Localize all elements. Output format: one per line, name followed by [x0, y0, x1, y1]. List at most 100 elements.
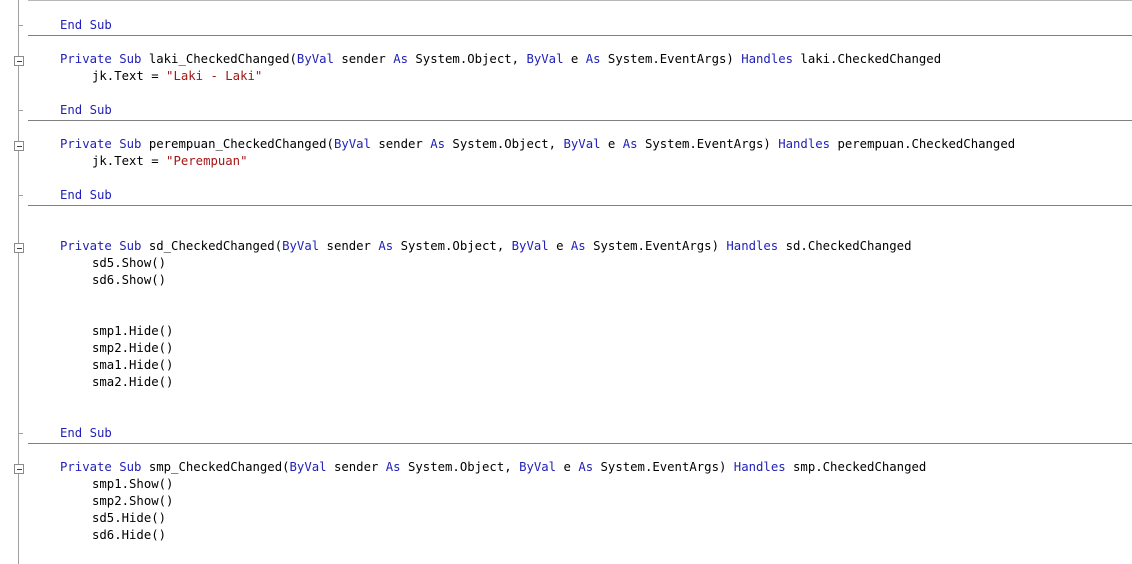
method-separator [28, 443, 1132, 444]
keyword: As [430, 137, 446, 151]
code-text: System.Object, [393, 239, 512, 253]
collapse-box-minus-icon[interactable] [14, 464, 24, 474]
code-line[interactable]: jk.Text = "Laki - Laki" [92, 68, 262, 85]
keyword: ByVal [296, 52, 334, 66]
keyword: Handles [726, 239, 779, 253]
collapse-box-minus-icon[interactable] [14, 56, 24, 66]
keyword: As [585, 52, 601, 66]
code-text: smp_CheckedChanged( [141, 460, 290, 474]
code-line[interactable]: sd6.Hide() [92, 527, 166, 544]
keyword: Private Sub [60, 137, 142, 151]
code-text: laki_CheckedChanged( [141, 52, 297, 66]
code-text: e [556, 460, 579, 474]
code-text: sma2.Hide() [92, 375, 174, 389]
code-line[interactable]: sd6.Show() [92, 272, 166, 289]
keyword: Private Sub [60, 239, 142, 253]
keyword: As [570, 239, 586, 253]
code-text: smp1.Show() [92, 477, 174, 491]
code-line[interactable]: smp2.Show() [92, 493, 173, 510]
code-line[interactable]: sd5.Hide() [92, 510, 166, 527]
keyword: ByVal [333, 137, 371, 151]
code-line[interactable]: Private Sub laki_CheckedChanged(ByVal se… [60, 51, 941, 68]
code-text: System.EventArgs) [637, 137, 779, 151]
code-text: sd5.Show() [92, 256, 167, 270]
code-line[interactable]: End Sub [60, 17, 112, 34]
keyword: As [378, 239, 394, 253]
keyword: Handles [778, 137, 831, 151]
code-line[interactable]: Private Sub smp_CheckedChanged(ByVal sen… [60, 459, 926, 476]
outline-end-tick [18, 195, 23, 196]
code-text: laki.CheckedChanged [793, 52, 942, 66]
method-separator [28, 120, 1132, 121]
code-text: sender [326, 460, 386, 474]
code-text: sd_CheckedChanged( [141, 239, 283, 253]
code-text: sender [370, 137, 431, 151]
code-line[interactable]: End Sub [60, 425, 112, 442]
code-line[interactable]: Private Sub sd_CheckedChanged(ByVal send… [60, 238, 911, 255]
code-text: sender [319, 239, 379, 253]
outline-vertical-line [18, 0, 19, 564]
code-text: System.Object, [408, 52, 527, 66]
code-text: e [548, 239, 571, 253]
code-line[interactable]: smp1.Show() [92, 476, 173, 493]
code-text: System.EventArgs) [600, 52, 742, 66]
outline-end-tick [18, 110, 23, 111]
code-line[interactable]: End Sub [60, 187, 112, 204]
code-text: System.Object, [400, 460, 520, 474]
keyword: End Sub [60, 18, 112, 32]
code-text: smp2.Hide() [92, 341, 174, 355]
keyword: ByVal [526, 52, 564, 66]
code-line[interactable]: sma2.Hide() [92, 374, 173, 391]
keyword: Private Sub [60, 460, 142, 474]
method-separator [28, 35, 1132, 36]
code-text: System.EventArgs) [593, 460, 734, 474]
keyword: ByVal [289, 460, 327, 474]
code-line[interactable]: sma1.Hide() [92, 357, 173, 374]
keyword: As [393, 52, 408, 66]
code-line[interactable]: Private Sub perempuan_CheckedChanged(ByV… [60, 136, 1015, 153]
method-separator [28, 205, 1132, 206]
collapse-box-minus-icon[interactable] [14, 141, 24, 151]
code-text: e [563, 52, 586, 66]
keyword: Handles [741, 52, 794, 66]
outline-gutter [0, 0, 28, 564]
code-text: sd.CheckedChanged [778, 239, 912, 253]
code-line[interactable]: jk.Text = "Perempuan" [92, 153, 247, 170]
keyword: ByVal [519, 460, 557, 474]
code-text: jk.Text = [92, 69, 167, 83]
code-text: sd5.Hide() [92, 511, 167, 525]
keyword: End Sub [60, 103, 112, 117]
string-literal: "Perempuan" [166, 154, 248, 168]
keyword: ByVal [563, 137, 601, 151]
keyword: As [578, 460, 594, 474]
code-text: perempuan_CheckedChanged( [141, 137, 334, 151]
code-text: smp2.Show() [92, 494, 174, 508]
code-text: smp1.Hide() [92, 324, 174, 338]
keyword: End Sub [60, 188, 112, 202]
code-text: System.Object, [445, 137, 564, 151]
keyword: Private Sub [60, 52, 142, 66]
editor-top-border [0, 0, 1132, 1]
keyword: ByVal [282, 239, 320, 253]
keyword: Handles [733, 460, 786, 474]
code-text: sd6.Show() [92, 273, 167, 287]
keyword: End Sub [60, 426, 112, 440]
code-text: perempuan.CheckedChanged [830, 137, 1016, 151]
collapse-box-minus-icon[interactable] [14, 243, 24, 253]
outline-end-tick [18, 433, 23, 434]
code-text: sma1.Hide() [92, 358, 174, 372]
code-text: System.EventArgs) [585, 239, 727, 253]
code-text: e [600, 137, 623, 151]
code-text: sd6.Hide() [92, 528, 167, 542]
keyword: As [385, 460, 401, 474]
code-line[interactable]: End Sub [60, 102, 112, 119]
code-line[interactable]: smp2.Hide() [92, 340, 173, 357]
code-text: smp.CheckedChanged [785, 460, 927, 474]
code-line[interactable]: sd5.Show() [92, 255, 166, 272]
code-text: sender [333, 52, 394, 66]
code-editor[interactable]: End Sub Private Sub laki_CheckedChanged(… [0, 0, 1132, 564]
code-text: jk.Text = [92, 154, 167, 168]
outline-end-tick [18, 25, 23, 26]
code-line[interactable]: smp1.Hide() [92, 323, 173, 340]
string-literal: "Laki - Laki" [166, 69, 263, 83]
